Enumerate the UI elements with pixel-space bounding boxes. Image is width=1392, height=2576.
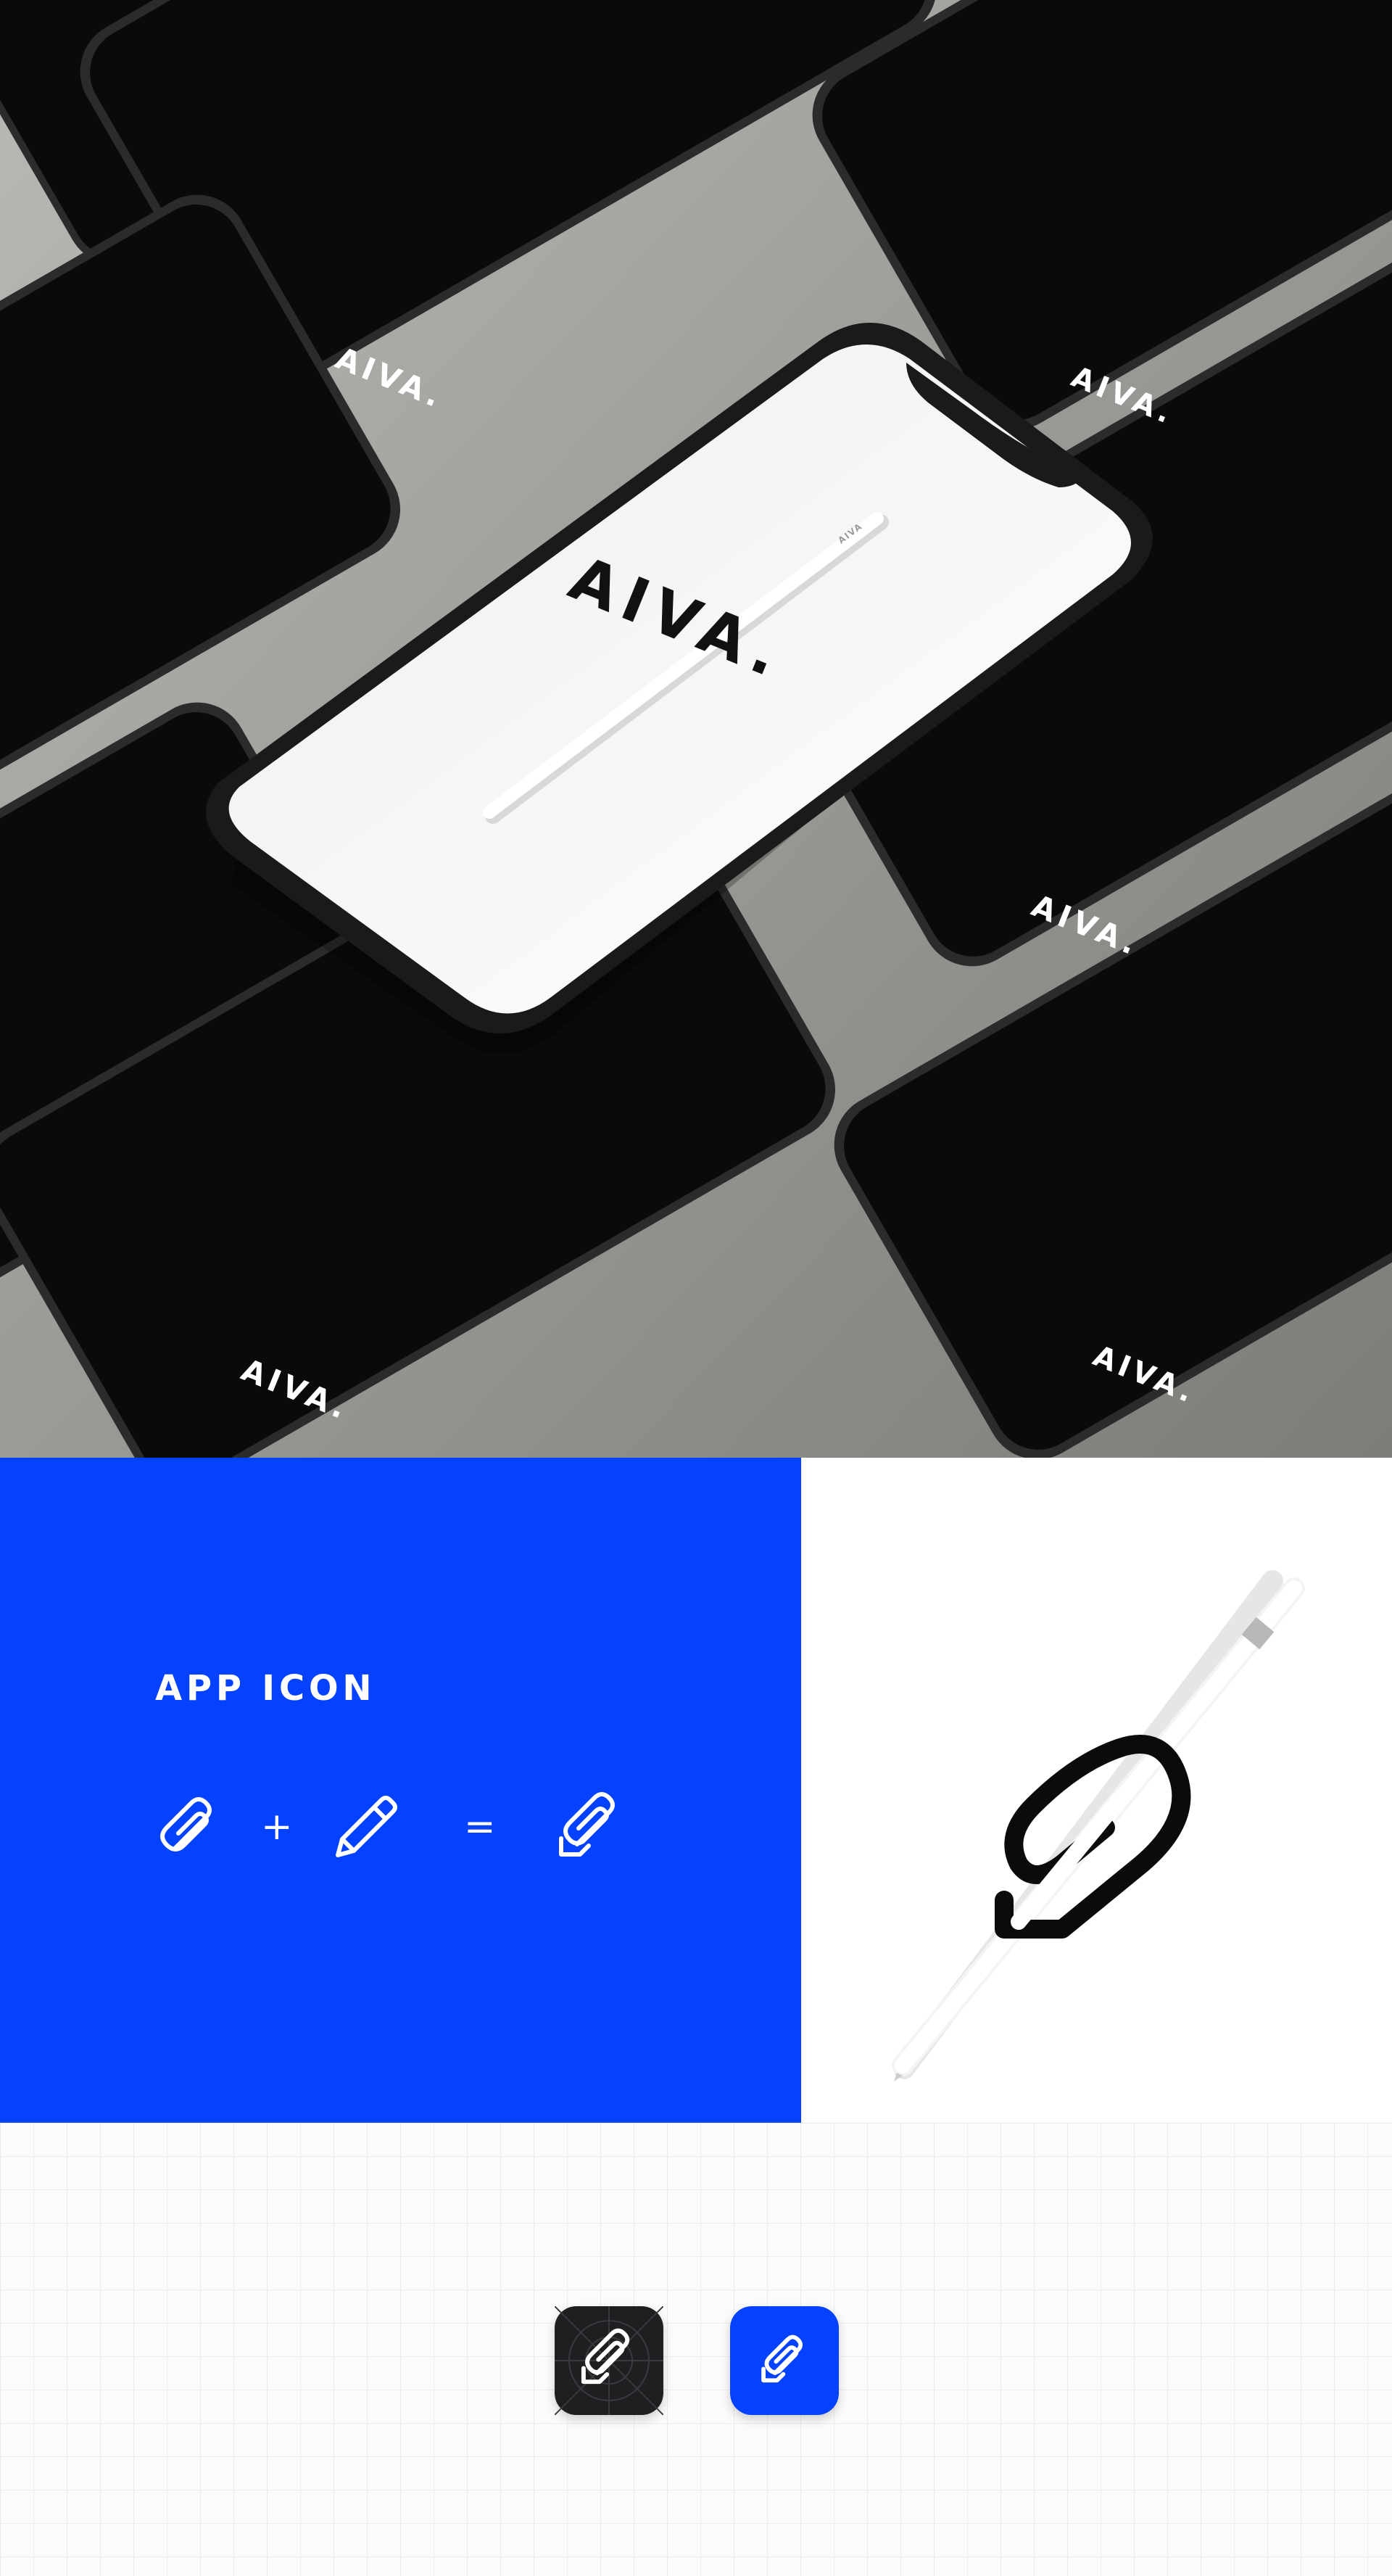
phones-illustration: AIVA. AIVA. AIVA. AIVA. AIVA. AIVA AIVA.	[0, 0, 1392, 1458]
pencil-icon	[328, 1790, 403, 1868]
equals-sign: =	[464, 1805, 496, 1849]
dark-app-icon	[554, 2305, 664, 2416]
clip-pencil-icon-blue	[761, 2334, 803, 2383]
hero-mockup: AIVA. AIVA. AIVA. AIVA. AIVA. AIVA AIVA.	[0, 0, 1392, 1458]
app-icon-panel: APP ICON + =	[0, 1458, 801, 2123]
blue-app-icon	[730, 2306, 839, 2415]
app-icon-heading: APP ICON	[155, 1668, 376, 1709]
combined-clip-pencil-icon	[551, 1788, 631, 1870]
stylus-band	[1241, 1617, 1275, 1650]
dark-icon-grid-overlay	[554, 2305, 664, 2416]
plus-sign: +	[261, 1805, 293, 1849]
icon-variants-panel	[0, 2123, 1392, 2576]
pencil-photo-panel	[801, 1458, 1392, 2123]
paperclip-icon	[154, 1791, 226, 1867]
pencil-with-clip-illustration	[892, 1570, 1305, 2081]
